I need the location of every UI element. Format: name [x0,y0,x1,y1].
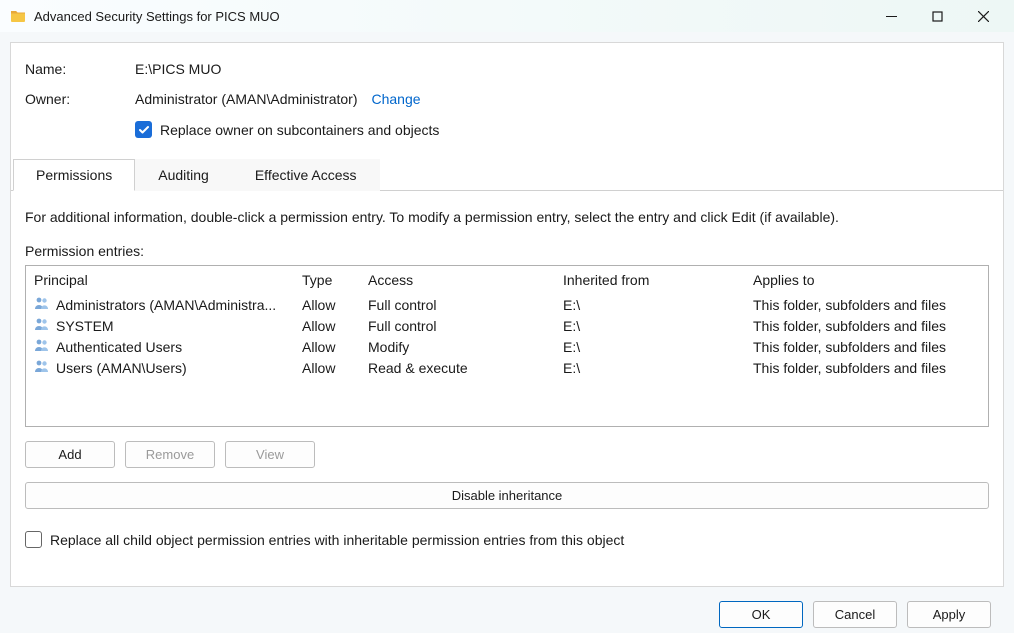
name-row: Name: E:\PICS MUO [25,61,989,77]
minimize-button[interactable] [868,0,914,32]
users-icon [34,338,50,355]
permissions-table: Principal Type Access Inherited from App… [25,265,989,427]
change-link[interactable]: Change [372,91,421,107]
replace-child-row[interactable]: Replace all child object permission entr… [25,531,989,548]
replace-owner-label: Replace owner on subcontainers and objec… [160,122,439,138]
table-button-row: Add Remove View [25,441,989,468]
applies-cell: This folder, subfolders and files [753,339,988,355]
instructions-text: For additional information, double-click… [25,209,989,225]
disable-inheritance-button[interactable]: Disable inheritance [25,482,989,509]
content-panel: Name: E:\PICS MUO Owner: Administrator (… [10,42,1004,587]
window-title: Advanced Security Settings for PICS MUO [34,9,868,24]
table-row[interactable]: Administrators (AMAN\Administra... AllowF… [26,294,988,315]
remove-button[interactable]: Remove [125,441,215,468]
view-button[interactable]: View [225,441,315,468]
tab-effective-access[interactable]: Effective Access [232,159,380,191]
principal-cell: Administrators (AMAN\Administra... [56,297,276,313]
principal-cell: Authenticated Users [56,339,182,355]
applies-cell: This folder, subfolders and files [753,318,988,334]
window-controls [868,0,1006,32]
applies-cell: This folder, subfolders and files [753,297,988,313]
name-value: E:\PICS MUO [135,61,221,77]
principal-cell: Users (AMAN\Users) [56,360,187,376]
ok-button[interactable]: OK [719,601,803,628]
inherited-cell: E:\ [563,318,753,334]
entries-label: Permission entries: [25,243,989,259]
close-button[interactable] [960,0,1006,32]
replace-owner-row[interactable]: Replace owner on subcontainers and objec… [135,121,989,138]
col-header-access[interactable]: Access [368,272,563,288]
table-row[interactable]: SYSTEM AllowFull controlE:\This folder, s… [26,315,988,336]
footer-buttons: OK Cancel Apply [719,601,991,628]
access-cell: Modify [368,339,563,355]
type-cell: Allow [302,339,368,355]
access-cell: Read & execute [368,360,563,376]
col-header-type[interactable]: Type [302,272,368,288]
replace-child-label: Replace all child object permission entr… [50,532,624,548]
tab-permissions[interactable]: Permissions [13,159,135,191]
owner-value: Administrator (AMAN\Administrator) [135,91,358,107]
inherited-cell: E:\ [563,297,753,313]
folder-icon [10,8,26,24]
applies-cell: This folder, subfolders and files [753,360,988,376]
titlebar: Advanced Security Settings for PICS MUO [0,0,1014,32]
col-header-principal[interactable]: Principal [34,272,302,288]
principal-cell: SYSTEM [56,318,114,334]
users-icon [34,296,50,313]
type-cell: Allow [302,297,368,313]
name-label: Name: [25,61,135,77]
inherited-cell: E:\ [563,360,753,376]
maximize-button[interactable] [914,0,960,32]
add-button[interactable]: Add [25,441,115,468]
type-cell: Allow [302,318,368,334]
table-row[interactable]: Authenticated Users AllowModifyE:\This fo… [26,336,988,357]
table-row[interactable]: Users (AMAN\Users) AllowRead & executeE:\… [26,357,988,378]
tab-content: For additional information, double-click… [25,191,989,548]
replace-owner-checkbox[interactable] [135,121,152,138]
apply-button[interactable]: Apply [907,601,991,628]
cancel-button[interactable]: Cancel [813,601,897,628]
access-cell: Full control [368,318,563,334]
col-header-inherited[interactable]: Inherited from [563,272,753,288]
access-cell: Full control [368,297,563,313]
replace-child-checkbox[interactable] [25,531,42,548]
owner-label: Owner: [25,91,135,107]
col-header-applies[interactable]: Applies to [753,272,988,288]
inherited-cell: E:\ [563,339,753,355]
users-icon [34,359,50,376]
type-cell: Allow [302,360,368,376]
table-header: Principal Type Access Inherited from App… [26,266,988,294]
owner-row: Owner: Administrator (AMAN\Administrator… [25,91,989,107]
tab-auditing[interactable]: Auditing [135,159,232,191]
users-icon [34,317,50,334]
tab-bar: Permissions Auditing Effective Access [11,158,1003,191]
